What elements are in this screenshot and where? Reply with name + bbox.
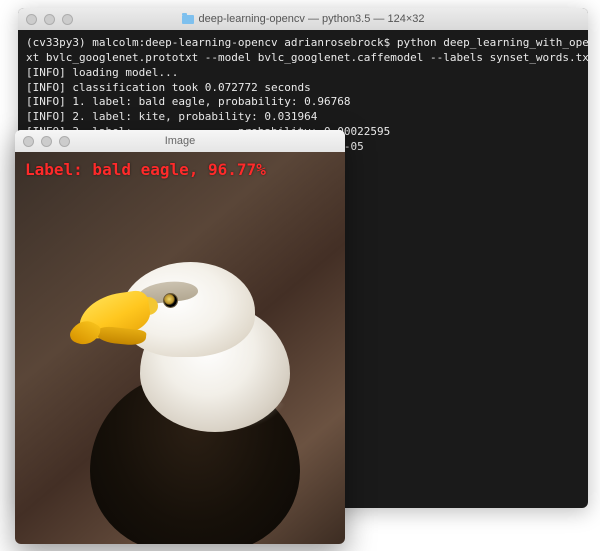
term-line: [INFO] loading model... (26, 66, 178, 79)
window-controls (23, 136, 70, 147)
term-line: [INFO] 2. label: kite, probability: 0.03… (26, 110, 317, 123)
close-icon[interactable] (23, 136, 34, 147)
eagle-illustration (60, 242, 320, 542)
minimize-icon[interactable] (41, 136, 52, 147)
image-titlebar[interactable]: Image (15, 130, 345, 152)
zoom-icon[interactable] (59, 136, 70, 147)
terminal-title-suffix: — python3.5 — 124×32 (305, 13, 425, 25)
term-line: [INFO] classification took 0.072772 seco… (26, 81, 311, 94)
image-window: Image Label: bald eagle, 96.77% (15, 130, 345, 544)
image-canvas: Label: bald eagle, 96.77% (15, 152, 345, 544)
folder-icon (182, 15, 194, 24)
terminal-titlebar[interactable]: deep-learning-opencv — python3.5 — 124×3… (18, 8, 588, 30)
term-line: [INFO] 1. label: bald eagle, probability… (26, 95, 351, 108)
minimize-icon[interactable] (44, 14, 55, 25)
classification-overlay-label: Label: bald eagle, 96.77% (25, 160, 266, 179)
terminal-title-folder: deep-learning-opencv (199, 13, 305, 25)
zoom-icon[interactable] (62, 14, 73, 25)
term-line: (cv33py3) malcolm:deep-learning-opencv a… (26, 36, 588, 49)
terminal-title: deep-learning-opencv — python3.5 — 124×3… (18, 13, 588, 25)
close-icon[interactable] (26, 14, 37, 25)
window-controls (26, 14, 73, 25)
term-line: xt bvlc_googlenet.prototxt --model bvlc_… (26, 51, 588, 64)
